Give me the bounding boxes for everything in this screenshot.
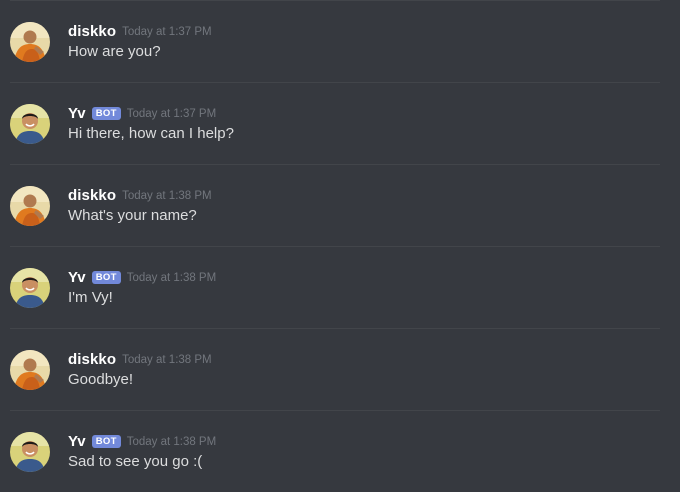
message-text: I'm Vy! (68, 289, 113, 306)
chat-message-list: diskko Today at 1:37 PM How are you? Yv … (0, 0, 680, 492)
message-text: Sad to see you go :( (68, 453, 203, 470)
username[interactable]: diskko (68, 351, 116, 368)
smiling-man-avatar-icon[interactable] (10, 432, 50, 472)
chat-message: Yv BOT Today at 1:38 PM I'm Vy! (0, 246, 680, 328)
timestamp: Today at 1:38 PM (126, 436, 217, 448)
username[interactable]: Yv (68, 433, 86, 450)
monk-avatar-icon[interactable] (10, 22, 50, 62)
bot-tag: BOT (91, 106, 121, 120)
bot-tag: BOT (91, 434, 121, 448)
chat-message: diskko Today at 1:37 PM How are you? (0, 0, 680, 82)
timestamp: Today at 1:37 PM (122, 26, 212, 38)
message-text: What's your name? (68, 207, 197, 224)
message-header: Yv BOT Today at 1:37 PM (68, 102, 216, 124)
timestamp: Today at 1:38 PM (122, 190, 212, 202)
message-divider (10, 410, 660, 411)
message-divider (10, 0, 660, 1)
timestamp: Today at 1:38 PM (126, 272, 217, 284)
message-divider (10, 328, 660, 329)
message-text: How are you? (68, 43, 161, 60)
username[interactable]: Yv (68, 269, 86, 286)
message-divider (10, 82, 660, 83)
message-header: diskko Today at 1:38 PM (68, 348, 212, 370)
message-text: Goodbye! (68, 371, 134, 388)
chat-message: diskko Today at 1:38 PM What's your name… (0, 164, 680, 246)
username[interactable]: diskko (68, 187, 116, 204)
timestamp: Today at 1:37 PM (126, 108, 217, 120)
timestamp: Today at 1:38 PM (122, 354, 212, 366)
chat-message: Yv BOT Today at 1:38 PM Sad to see you g… (0, 410, 680, 492)
message-text: Hi there, how can I help? (68, 125, 234, 142)
monk-avatar-icon[interactable] (10, 186, 50, 226)
message-header: diskko Today at 1:37 PM (68, 20, 212, 42)
chat-message: Yv BOT Today at 1:37 PM Hi there, how ca… (0, 82, 680, 164)
smiling-man-avatar-icon[interactable] (10, 268, 50, 308)
username[interactable]: Yv (68, 105, 86, 122)
monk-avatar-icon[interactable] (10, 350, 50, 390)
chat-message: diskko Today at 1:38 PM Goodbye! (0, 328, 680, 410)
message-divider (10, 164, 660, 165)
message-header: Yv BOT Today at 1:38 PM (68, 430, 216, 452)
smiling-man-avatar-icon[interactable] (10, 104, 50, 144)
bot-tag: BOT (91, 270, 121, 284)
message-divider (10, 246, 660, 247)
message-header: diskko Today at 1:38 PM (68, 184, 212, 206)
message-header: Yv BOT Today at 1:38 PM (68, 266, 216, 288)
username[interactable]: diskko (68, 23, 116, 40)
